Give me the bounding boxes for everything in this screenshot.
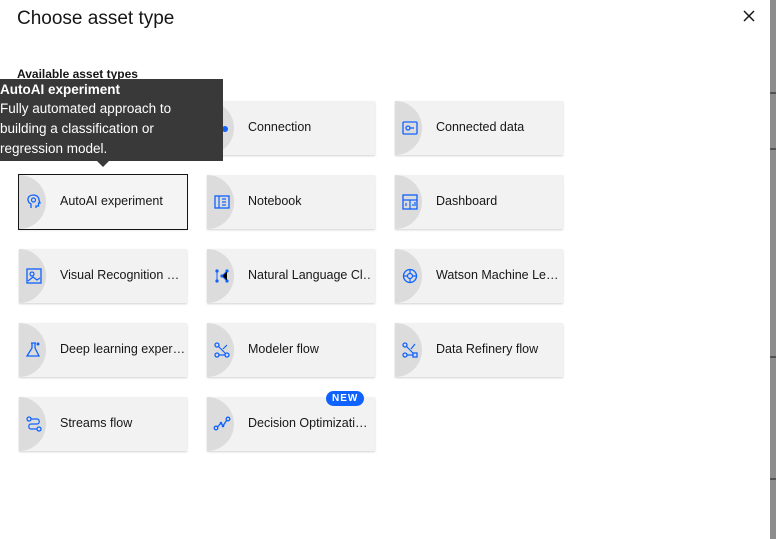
tile-label: AutoAI experiment <box>60 194 163 208</box>
tile-label: Connected data <box>436 120 525 134</box>
modeler-flow-icon <box>212 340 232 360</box>
tile-label: Data Refinery flow <box>436 342 539 356</box>
notebook-icon <box>212 192 232 212</box>
tile-watson-machine-learning[interactable]: Watson Machine Le… <box>395 249 563 303</box>
tile-label: Natural Language Cl… <box>248 268 372 282</box>
streams-flow-icon <box>24 414 44 434</box>
data-refinery-icon <box>400 340 420 360</box>
natural-language-icon <box>212 266 232 286</box>
decision-optimization-icon <box>212 414 232 434</box>
autoai-icon <box>24 192 44 212</box>
new-badge: NEW <box>326 391 365 406</box>
tile-label: Visual Recognition … <box>60 268 180 282</box>
tile-modeler-flow[interactable]: Modeler flow <box>207 323 375 377</box>
tile-data-refinery-flow[interactable]: Data Refinery flow <box>395 323 563 377</box>
tooltip: AutoAI experiment Fully automated approa… <box>0 79 223 167</box>
tile-autoai-experiment[interactable]: AutoAI experiment <box>18 174 188 230</box>
tile-label: Dashboard <box>436 194 498 208</box>
tile-streams-flow[interactable]: Streams flow <box>19 397 187 451</box>
tile-visual-recognition[interactable]: Visual Recognition … <box>19 249 187 303</box>
tile-label: Watson Machine Le… <box>436 268 559 282</box>
tile-label: Deep learning exper… <box>60 342 184 356</box>
deep-learning-icon <box>24 340 44 360</box>
tooltip-line: Fully automated approach to <box>0 101 172 116</box>
dashboard-icon <box>400 192 420 212</box>
tile-label: Streams flow <box>60 416 133 430</box>
tooltip-caret <box>97 161 109 167</box>
tile-notebook[interactable]: Notebook <box>207 175 375 229</box>
tile-label: Decision Optimizati… <box>248 416 368 430</box>
tile-connection[interactable]: Connection <box>207 101 375 155</box>
watson-ml-icon <box>400 266 420 286</box>
tooltip-title: AutoAI experiment <box>0 82 121 97</box>
tile-dashboard[interactable]: Dashboard <box>395 175 563 229</box>
connected-data-icon <box>400 118 420 138</box>
tooltip-line: building a classification or <box>0 121 154 136</box>
close-icon <box>743 10 755 22</box>
dialog-title: Choose asset type <box>17 8 175 29</box>
tile-deep-learning-experiment[interactable]: Deep learning exper… <box>19 323 187 377</box>
tile-label: Modeler flow <box>248 342 319 356</box>
backdrop-edge <box>770 0 776 539</box>
tile-connected-data[interactable]: Connected data <box>395 101 563 155</box>
tooltip-line: regression model. <box>0 141 108 156</box>
tile-label: Notebook <box>248 194 302 208</box>
tile-natural-language-classifier[interactable]: Natural Language Cl… <box>207 249 375 303</box>
choose-asset-modal: Choose asset type Available asset types … <box>0 0 770 539</box>
tile-label: Connection <box>248 120 312 134</box>
close-button[interactable] <box>738 5 760 27</box>
visual-recognition-icon <box>24 266 44 286</box>
